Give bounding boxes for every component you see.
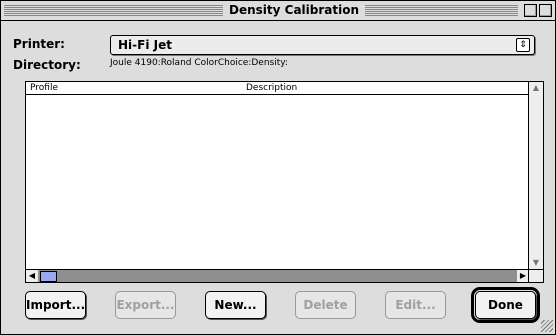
title-stripes-right (346, 4, 518, 17)
directory-label: Directory: (13, 58, 81, 72)
collapse-box-icon[interactable] (539, 4, 552, 17)
title-bar[interactable]: Density Calibration (1, 1, 555, 21)
scroll-down-icon[interactable]: ▼ (529, 257, 543, 269)
scroll-thumb[interactable] (40, 271, 57, 282)
export-button[interactable]: Export... (115, 291, 176, 319)
vertical-scrollbar[interactable]: ▲ ▼ (528, 82, 543, 269)
printer-selected-value: Hi-Fi Jet (118, 38, 172, 52)
scroll-left-icon[interactable]: ◀ (26, 270, 38, 282)
delete-button[interactable]: Delete (295, 291, 356, 319)
profile-list[interactable]: Profile Description ▲ ▼ ◀ ▶ (25, 81, 544, 283)
title-stripes-left (4, 4, 223, 17)
popup-arrows-icon: ⇕ (516, 38, 530, 52)
column-header-profile[interactable]: Profile (30, 82, 58, 94)
edit-button[interactable]: Edit... (385, 291, 446, 319)
resize-grip-icon[interactable] (541, 320, 553, 332)
window-title: Density Calibration (223, 1, 366, 20)
zoom-box-icon[interactable] (524, 4, 537, 17)
density-calibration-window: Density Calibration Printer: Hi-Fi Jet ⇕… (0, 0, 556, 335)
column-header-description[interactable]: Description (246, 82, 297, 94)
horizontal-scrollbar[interactable]: ◀ ▶ (26, 269, 529, 282)
new-button[interactable]: New... (205, 291, 266, 319)
printer-label: Printer: (13, 37, 65, 51)
scroll-up-icon[interactable]: ▲ (529, 82, 543, 94)
import-button[interactable]: Import... (25, 291, 86, 319)
done-button[interactable]: Done (471, 287, 540, 323)
scroll-corner (528, 269, 543, 282)
list-header: Profile Description (26, 82, 528, 95)
printer-popup-menu[interactable]: Hi-Fi Jet ⇕ (110, 35, 535, 55)
directory-path: Joule 4190:Roland ColorChoice:Density: (110, 58, 288, 68)
